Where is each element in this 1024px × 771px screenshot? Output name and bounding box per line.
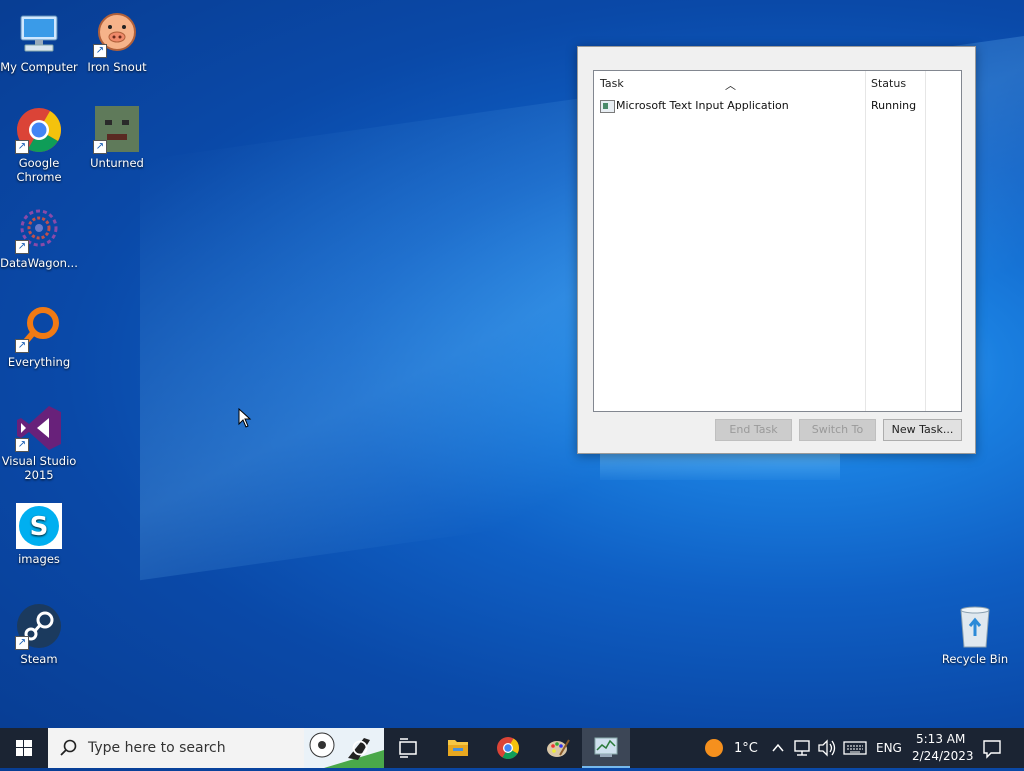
column-header-task[interactable]: Task <box>600 77 624 90</box>
show-hidden-icons-button[interactable] <box>770 728 786 768</box>
shortcut-arrow-icon: ↗ <box>15 339 29 353</box>
task-row[interactable]: Microsoft Text Input Application Running <box>594 98 961 116</box>
notification-icon <box>983 740 1001 759</box>
task-list-dialog: ︿ Task Status Microsoft Text Input Appli… <box>577 46 976 454</box>
unturned-icon: ↗ <box>93 106 141 154</box>
shortcut-arrow-icon: ↗ <box>15 140 29 154</box>
mouse-cursor-icon <box>238 407 252 431</box>
desktop-icon-everything[interactable]: ↗ Everything <box>0 305 78 369</box>
chevron-up-icon <box>772 743 784 752</box>
desktop-icon-label: Steam <box>20 652 58 666</box>
column-header-status[interactable]: Status <box>871 77 906 90</box>
new-task-button[interactable]: New Task... <box>883 419 962 441</box>
task-view-icon <box>399 738 417 758</box>
keyboard-icon <box>843 741 867 755</box>
svg-text:S: S <box>30 512 49 542</box>
chrome-icon: ↗ <box>15 106 63 154</box>
network-icon <box>794 740 810 756</box>
start-button[interactable] <box>0 728 48 768</box>
taskbar-file-explorer[interactable] <box>440 728 476 768</box>
datawagon-icon: ↗ <box>15 206 63 254</box>
desktop-icon-visual-studio[interactable]: ↗ Visual Studio 2015 <box>0 404 78 482</box>
shortcut-arrow-icon: ↗ <box>93 140 107 154</box>
taskbar: Type here to search 1°C ENG 5:13 AM 2/24… <box>0 728 1024 768</box>
sun-weather-icon <box>705 739 723 757</box>
switch-to-button[interactable]: Switch To <box>799 419 876 441</box>
desktop-icon-label: images <box>18 552 60 566</box>
chrome-icon <box>497 737 519 759</box>
paint-palette-icon <box>547 739 570 757</box>
task-manager-icon <box>594 737 618 757</box>
search-icon <box>60 739 77 756</box>
application-icon <box>600 100 615 113</box>
task-list[interactable]: ︿ Task Status Microsoft Text Input Appli… <box>593 70 962 412</box>
task-status: Running <box>871 99 917 112</box>
desktop-icon-google-chrome[interactable]: ↗ Google Chrome <box>0 106 78 184</box>
pig-icon: ↗ <box>93 10 141 58</box>
clock-button[interactable]: 5:13 AM 2/24/2023 <box>908 728 974 768</box>
steam-icon: ↗ <box>15 602 63 650</box>
weather-temperature[interactable]: 1°C <box>734 741 758 756</box>
cortana-button[interactable] <box>342 728 378 768</box>
desktop-icon-label: Unturned <box>90 156 144 170</box>
magnifier-icon: ↗ <box>15 305 63 353</box>
task-list-header: ︿ Task Status <box>594 71 961 93</box>
taskbar-paint[interactable] <box>540 728 576 768</box>
column-divider[interactable] <box>925 71 926 411</box>
shortcut-arrow-icon: ↗ <box>15 438 29 452</box>
visual-studio-icon: ↗ <box>15 404 63 452</box>
desktop-icon-label: My Computer <box>0 60 78 74</box>
shortcut-arrow-icon: ↗ <box>93 44 107 58</box>
shortcut-arrow-icon: ↗ <box>15 240 29 254</box>
folder-icon <box>448 740 468 756</box>
taskbar-task-manager-active[interactable] <box>582 728 630 768</box>
desktop-icon-label: Everything <box>7 355 71 369</box>
speaker-icon <box>818 739 836 757</box>
sort-ascending-icon: ︿ <box>725 79 736 92</box>
desktop-icon-my-computer[interactable]: My Computer <box>0 10 78 74</box>
desktop-icon-label: DataWagon... <box>0 256 78 270</box>
computer-icon <box>15 10 63 58</box>
desktop-icon-datawagon[interactable]: ↗ DataWagon... <box>0 206 78 270</box>
desktop-icon-iron-snout[interactable]: ↗ Iron Snout <box>78 10 156 74</box>
desktop-icon-recycle-bin[interactable]: Recycle Bin <box>936 602 1014 666</box>
action-center-button[interactable] <box>980 728 1004 768</box>
desktop-icon-label: Iron Snout <box>87 60 147 74</box>
desktop-icon-label: Visual Studio 2015 <box>1 454 77 482</box>
desktop-icon-unturned[interactable]: ↗ Unturned <box>78 106 156 170</box>
desktop-icon-label: Recycle Bin <box>941 652 1009 666</box>
recycle-bin-icon <box>951 602 999 650</box>
volume-tray-button[interactable] <box>816 728 838 768</box>
clock-date: 2/24/2023 <box>912 749 974 763</box>
taskbar-chrome[interactable] <box>490 728 526 768</box>
network-tray-button[interactable] <box>792 728 814 768</box>
weather-widget[interactable] <box>700 728 728 768</box>
task-name: Microsoft Text Input Application <box>616 99 789 112</box>
skype-icon: S <box>15 502 63 550</box>
shortcut-arrow-icon: ↗ <box>15 636 29 650</box>
desktop-icon-label: Google Chrome <box>16 156 62 184</box>
column-divider[interactable] <box>865 71 866 411</box>
input-language-indicator[interactable]: ENG <box>876 741 902 755</box>
task-view-button[interactable] <box>390 728 426 768</box>
taskbar-search-box[interactable]: Type here to search <box>48 728 384 768</box>
desktop-icon-images[interactable]: S images <box>0 502 78 566</box>
touch-keyboard-button[interactable] <box>842 728 868 768</box>
desktop-icon-steam[interactable]: ↗ Steam <box>0 602 78 666</box>
search-placeholder: Type here to search <box>88 740 226 756</box>
end-task-button[interactable]: End Task <box>715 419 792 441</box>
clock-time: 5:13 AM <box>916 732 966 746</box>
cortana-circle-icon <box>352 740 368 756</box>
windows-logo-icon <box>16 740 32 756</box>
